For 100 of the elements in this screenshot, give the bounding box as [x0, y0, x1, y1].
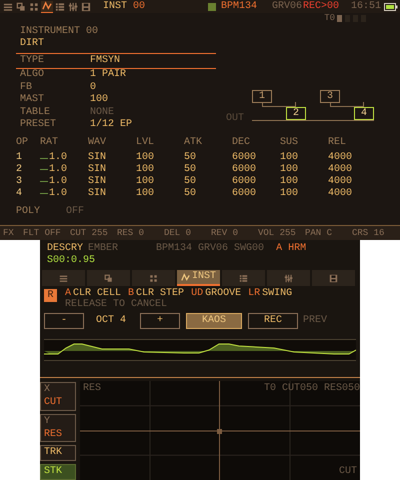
output-label: OUT: [226, 114, 244, 124]
axis-button[interactable]: Y RES: [40, 414, 76, 442]
mode-button[interactable]: TRK: [40, 445, 76, 462]
fx-setting: FLT OFF: [23, 228, 62, 238]
table-cell-text: 4000: [328, 152, 352, 164]
screen-tab[interactable]: [54, 0, 66, 12]
table-cell: 4000: [328, 176, 352, 188]
instrument-title: INSTRUMENT 00: [20, 26, 100, 38]
hint-action: CLR STEP: [136, 289, 184, 299]
table-cell: 1.0: [49, 164, 68, 176]
screen-tab[interactable]: [67, 0, 79, 12]
fx-setting: CUT 255: [70, 228, 109, 238]
table-cell: 1.0: [49, 188, 68, 200]
screen-tab[interactable]: [28, 0, 40, 12]
screen-tab[interactable]: [80, 0, 92, 12]
screen-tab[interactable]: [42, 270, 85, 286]
sliders-icon: [68, 2, 78, 12]
column-header: WAV: [88, 137, 108, 150]
parameter-row[interactable]: PRESET 1/12 EP: [16, 119, 216, 132]
table-cell: SIN: [88, 164, 106, 176]
squares-icon: [16, 2, 26, 12]
menu-icon: [3, 2, 13, 12]
fx-setting: DEL 0: [164, 228, 192, 238]
parameter-row[interactable]: MAST 100: [16, 94, 216, 107]
column-header: SUS: [280, 137, 300, 150]
column-header: DEC: [232, 137, 252, 150]
octave-up-button[interactable]: +: [140, 313, 180, 329]
parameter-value: 1 PAIR: [90, 69, 126, 82]
octave-down-button[interactable]: -: [44, 313, 84, 329]
clock: 16:51: [350, 2, 381, 12]
table-cell: 6000: [232, 164, 256, 176]
fx-setting: REV 0: [211, 228, 240, 238]
record-label: REC>00: [302, 2, 339, 12]
crosshair-handle[interactable]: [217, 429, 222, 434]
table-cell: 4000: [328, 188, 352, 200]
list-icon: [239, 274, 248, 282]
table-cell: 100: [280, 164, 298, 176]
parameter-label: FB: [20, 82, 34, 94]
parameter-value: FMSYN: [90, 55, 120, 68]
table-cell: 2: [16, 164, 22, 176]
screen-tab[interactable]: INST: [177, 270, 220, 286]
hint-key: B: [128, 289, 134, 299]
ratio-line-icon: [40, 158, 48, 159]
screen-tab[interactable]: [132, 270, 175, 286]
mode-button[interactable]: STK: [40, 464, 76, 480]
operator-box: 4: [354, 107, 374, 120]
table-cell: 50: [184, 188, 196, 200]
screen-tab[interactable]: [87, 270, 130, 286]
operator-box: 3: [320, 90, 340, 103]
table-cell: 6000: [232, 176, 256, 188]
grid-icon: [149, 274, 158, 282]
fx-setting: VOL 255: [258, 228, 297, 238]
song-position: S00:0.95: [46, 256, 96, 266]
table-cell-text: 100: [280, 152, 298, 164]
parameter-value: 1/12 EP: [90, 119, 132, 132]
song-info: BPM134 GRV06 SWG00: [156, 244, 264, 254]
table-cell-text: SIN: [88, 152, 106, 164]
parameter-label: TYPE: [20, 55, 46, 68]
grid-icon: [29, 2, 39, 12]
fx-setting: FX: [3, 228, 15, 238]
column-header: ATK: [184, 137, 204, 150]
parameter-row[interactable]: FB 0: [16, 82, 216, 94]
sliders-icon: [284, 274, 293, 282]
fx-setting: CRS 16: [352, 228, 386, 238]
song-name: DESCRY: [47, 244, 84, 254]
bpm-label: BPM134: [220, 2, 257, 12]
operator-box: 2: [286, 107, 306, 120]
parameter-label: MAST: [20, 94, 46, 107]
screen-tab[interactable]: [312, 270, 355, 286]
column-header: RAT: [40, 137, 60, 150]
screen-tab[interactable]: [267, 270, 310, 286]
poly-label: POLY: [16, 206, 42, 218]
record-button[interactable]: REC: [248, 313, 298, 329]
hold-key: R: [44, 289, 57, 302]
list-icon: [55, 2, 65, 12]
menu-icon: [59, 274, 68, 282]
battery-icon: [384, 2, 398, 10]
parameter-value: NONE: [90, 106, 114, 118]
preview-label: PREV: [303, 316, 328, 326]
axis-button[interactable]: X CUT: [40, 382, 76, 411]
fx-setting: PAN C: [305, 228, 334, 238]
parameter-row[interactable]: ALGO 1 PAIR: [16, 69, 216, 82]
screen-tab[interactable]: [15, 0, 27, 12]
table-cell: 100: [136, 188, 154, 200]
y-axis-label: RES: [83, 384, 102, 394]
cancel-hint: RELEASE TO CANCEL: [65, 300, 168, 310]
parameter-row[interactable]: TYPE FMSYN: [16, 53, 216, 70]
screen-tab[interactable]: [41, 0, 53, 12]
hint-key: LR: [248, 289, 260, 299]
floppy-icon: [329, 274, 338, 282]
table-cell-text: 1.0: [49, 152, 68, 164]
table-cell: 100: [280, 176, 298, 188]
table-cell-text: 50: [184, 152, 196, 164]
ratio-line-icon: [40, 169, 48, 170]
table-cell: 4000: [328, 164, 352, 176]
screen-tab[interactable]: [222, 270, 265, 286]
screen-label: INST: [103, 2, 128, 12]
operator-box: 1: [252, 90, 272, 103]
hint-key: UD: [191, 289, 204, 299]
parameter-value: 100: [90, 94, 108, 107]
